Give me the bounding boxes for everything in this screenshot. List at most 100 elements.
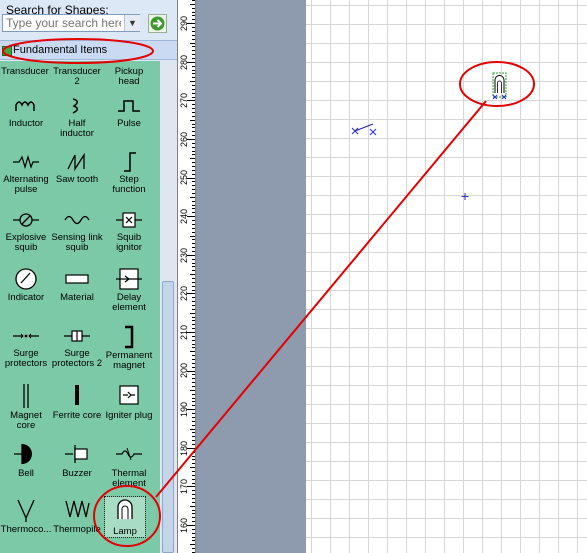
ruler-tick	[192, 366, 195, 368]
arrow-right-icon[interactable]	[148, 14, 167, 33]
canvas-outside-page	[196, 0, 306, 553]
ruler-label: 290	[179, 16, 189, 32]
shape-surge-protectors-2[interactable]: Surge protectors 2	[51, 325, 103, 369]
shape-half-inductor[interactable]: Half inductor	[51, 95, 103, 139]
ruler-tick	[192, 181, 195, 183]
drawing-page[interactable]	[306, 0, 587, 553]
scrollbar-thumb[interactable]	[162, 281, 174, 553]
ruler-tick	[192, 162, 195, 164]
ruler-tick	[192, 111, 195, 113]
shape-saw-tooth[interactable]: Saw tooth	[51, 151, 103, 185]
ferrite-core-icon	[75, 385, 79, 405]
stencil-header[interactable]: Fundamental Items	[0, 40, 177, 60]
ruler-tick	[192, 440, 195, 441]
pulse-icon	[118, 100, 140, 112]
ruler-tick	[192, 420, 195, 422]
shape-delay-element[interactable]: Delay element	[103, 267, 155, 313]
bell-icon	[14, 444, 32, 464]
shape-squib-ignitor[interactable]: Squib ignitor	[103, 209, 155, 253]
ruler-tick	[190, 81, 195, 83]
shape-label: Saw tooth	[55, 174, 99, 185]
shape-transducer-2[interactable]: Transducer 2	[51, 65, 103, 87]
shape-lamp[interactable]: Lamp	[104, 496, 146, 538]
ruler-tick	[192, 15, 195, 17]
ruler-tick	[192, 169, 195, 171]
step-function-icon	[124, 152, 136, 172]
connector-shape[interactable]	[351, 123, 377, 136]
ruler-tick	[192, 362, 195, 364]
ruler-tick	[192, 193, 195, 194]
ruler-tick	[192, 123, 195, 125]
placed-lamp-shape[interactable]	[492, 72, 507, 100]
ruler-tick	[192, 77, 195, 79]
ruler-tick	[192, 146, 195, 148]
ruler-tick	[192, 115, 195, 117]
shape-ferrite-core[interactable]: Ferrite core	[51, 383, 103, 421]
shape-thermopile[interactable]: Thermopile	[51, 497, 103, 535]
buzzer-icon	[65, 445, 88, 463]
ruler-tick	[192, 69, 195, 71]
shape-transducer[interactable]: Transducer	[0, 65, 51, 77]
ruler-tick	[190, 544, 195, 546]
half-inductor-icon	[72, 98, 78, 114]
ruler-tick	[190, 467, 195, 469]
ruler-tick	[192, 463, 195, 465]
shape-label: Inductor	[8, 118, 44, 129]
ruler-tick	[192, 324, 195, 326]
ruler-tick	[192, 250, 195, 252]
shape-surge-protectors[interactable]: Surge protectors	[0, 325, 52, 369]
shape-buzzer[interactable]: Buzzer	[51, 441, 103, 479]
ruler-tick	[190, 3, 195, 5]
shape-inductor[interactable]: Inductor	[0, 95, 52, 129]
ruler-tick	[192, 142, 195, 144]
ruler-label: 270	[179, 93, 189, 109]
shape-sensing-link-squib[interactable]: Sensing link squib	[51, 209, 103, 253]
shape-magnet-core[interactable]: Magnet core	[0, 383, 52, 431]
surge-protectors-icon	[13, 333, 39, 339]
shape-material[interactable]: Material	[51, 267, 103, 303]
ruler-tick	[192, 459, 195, 461]
permanent-magnet-icon	[125, 325, 134, 349]
surge-protectors-2-icon	[64, 330, 90, 342]
shape-label: Alternating pulse	[3, 174, 49, 195]
search-input[interactable]	[2, 14, 140, 32]
shape-label: Squib ignitor	[116, 232, 142, 253]
ruler-tick	[192, 443, 195, 445]
stencil-check-icon	[2, 46, 12, 56]
ruler-tick	[192, 38, 195, 40]
magnet-core-icon	[23, 384, 29, 408]
shape-label: Surge protectors	[4, 348, 48, 369]
ruler-tick	[192, 378, 195, 380]
ruler-tick	[192, 509, 195, 511]
ruler-tick	[192, 243, 195, 245]
shape-label: Thermal element	[111, 468, 147, 489]
shape-igniter-plug[interactable]: Igniter plug	[103, 383, 155, 421]
shape-label: Thermoco...	[0, 524, 52, 535]
indicator-icon	[15, 268, 37, 290]
shape-label: Ferrite core	[52, 410, 102, 421]
explosive-squib-icon	[13, 213, 39, 227]
shape-alternating-pulse[interactable]: Alternating pulse	[0, 151, 52, 195]
ruler-label: 280	[179, 54, 189, 70]
shape-explosive-squib[interactable]: Explosive squib	[0, 209, 52, 253]
shape-pulse[interactable]: Pulse	[103, 95, 155, 129]
shape-thermocouple[interactable]: Thermoco...	[0, 497, 52, 535]
ruler-tick	[192, 239, 195, 241]
ruler-tick	[192, 173, 195, 175]
shape-step-function[interactable]: Step function	[103, 151, 155, 195]
shape-thermal-element[interactable]: Thermal element	[103, 441, 155, 489]
point-marker[interactable]	[461, 193, 469, 200]
ruler-tick	[192, 359, 195, 360]
ruler-tick	[192, 11, 195, 13]
shape-permanent-magnet[interactable]: Permanent magnet	[103, 325, 155, 371]
ruler-tick	[192, 347, 195, 349]
shape-bell[interactable]: Bell	[0, 441, 52, 479]
stencil-scrollbar[interactable]	[160, 61, 177, 553]
shape-pickup-head[interactable]: Pickup head	[103, 65, 155, 87]
ruler-tick	[190, 505, 195, 507]
ruler-tick	[192, 532, 195, 534]
ruler-tick	[192, 289, 195, 291]
ruler-tick	[190, 428, 195, 430]
shape-indicator[interactable]: Indicator	[0, 267, 52, 303]
chevron-down-icon[interactable]: ▼	[124, 15, 140, 31]
